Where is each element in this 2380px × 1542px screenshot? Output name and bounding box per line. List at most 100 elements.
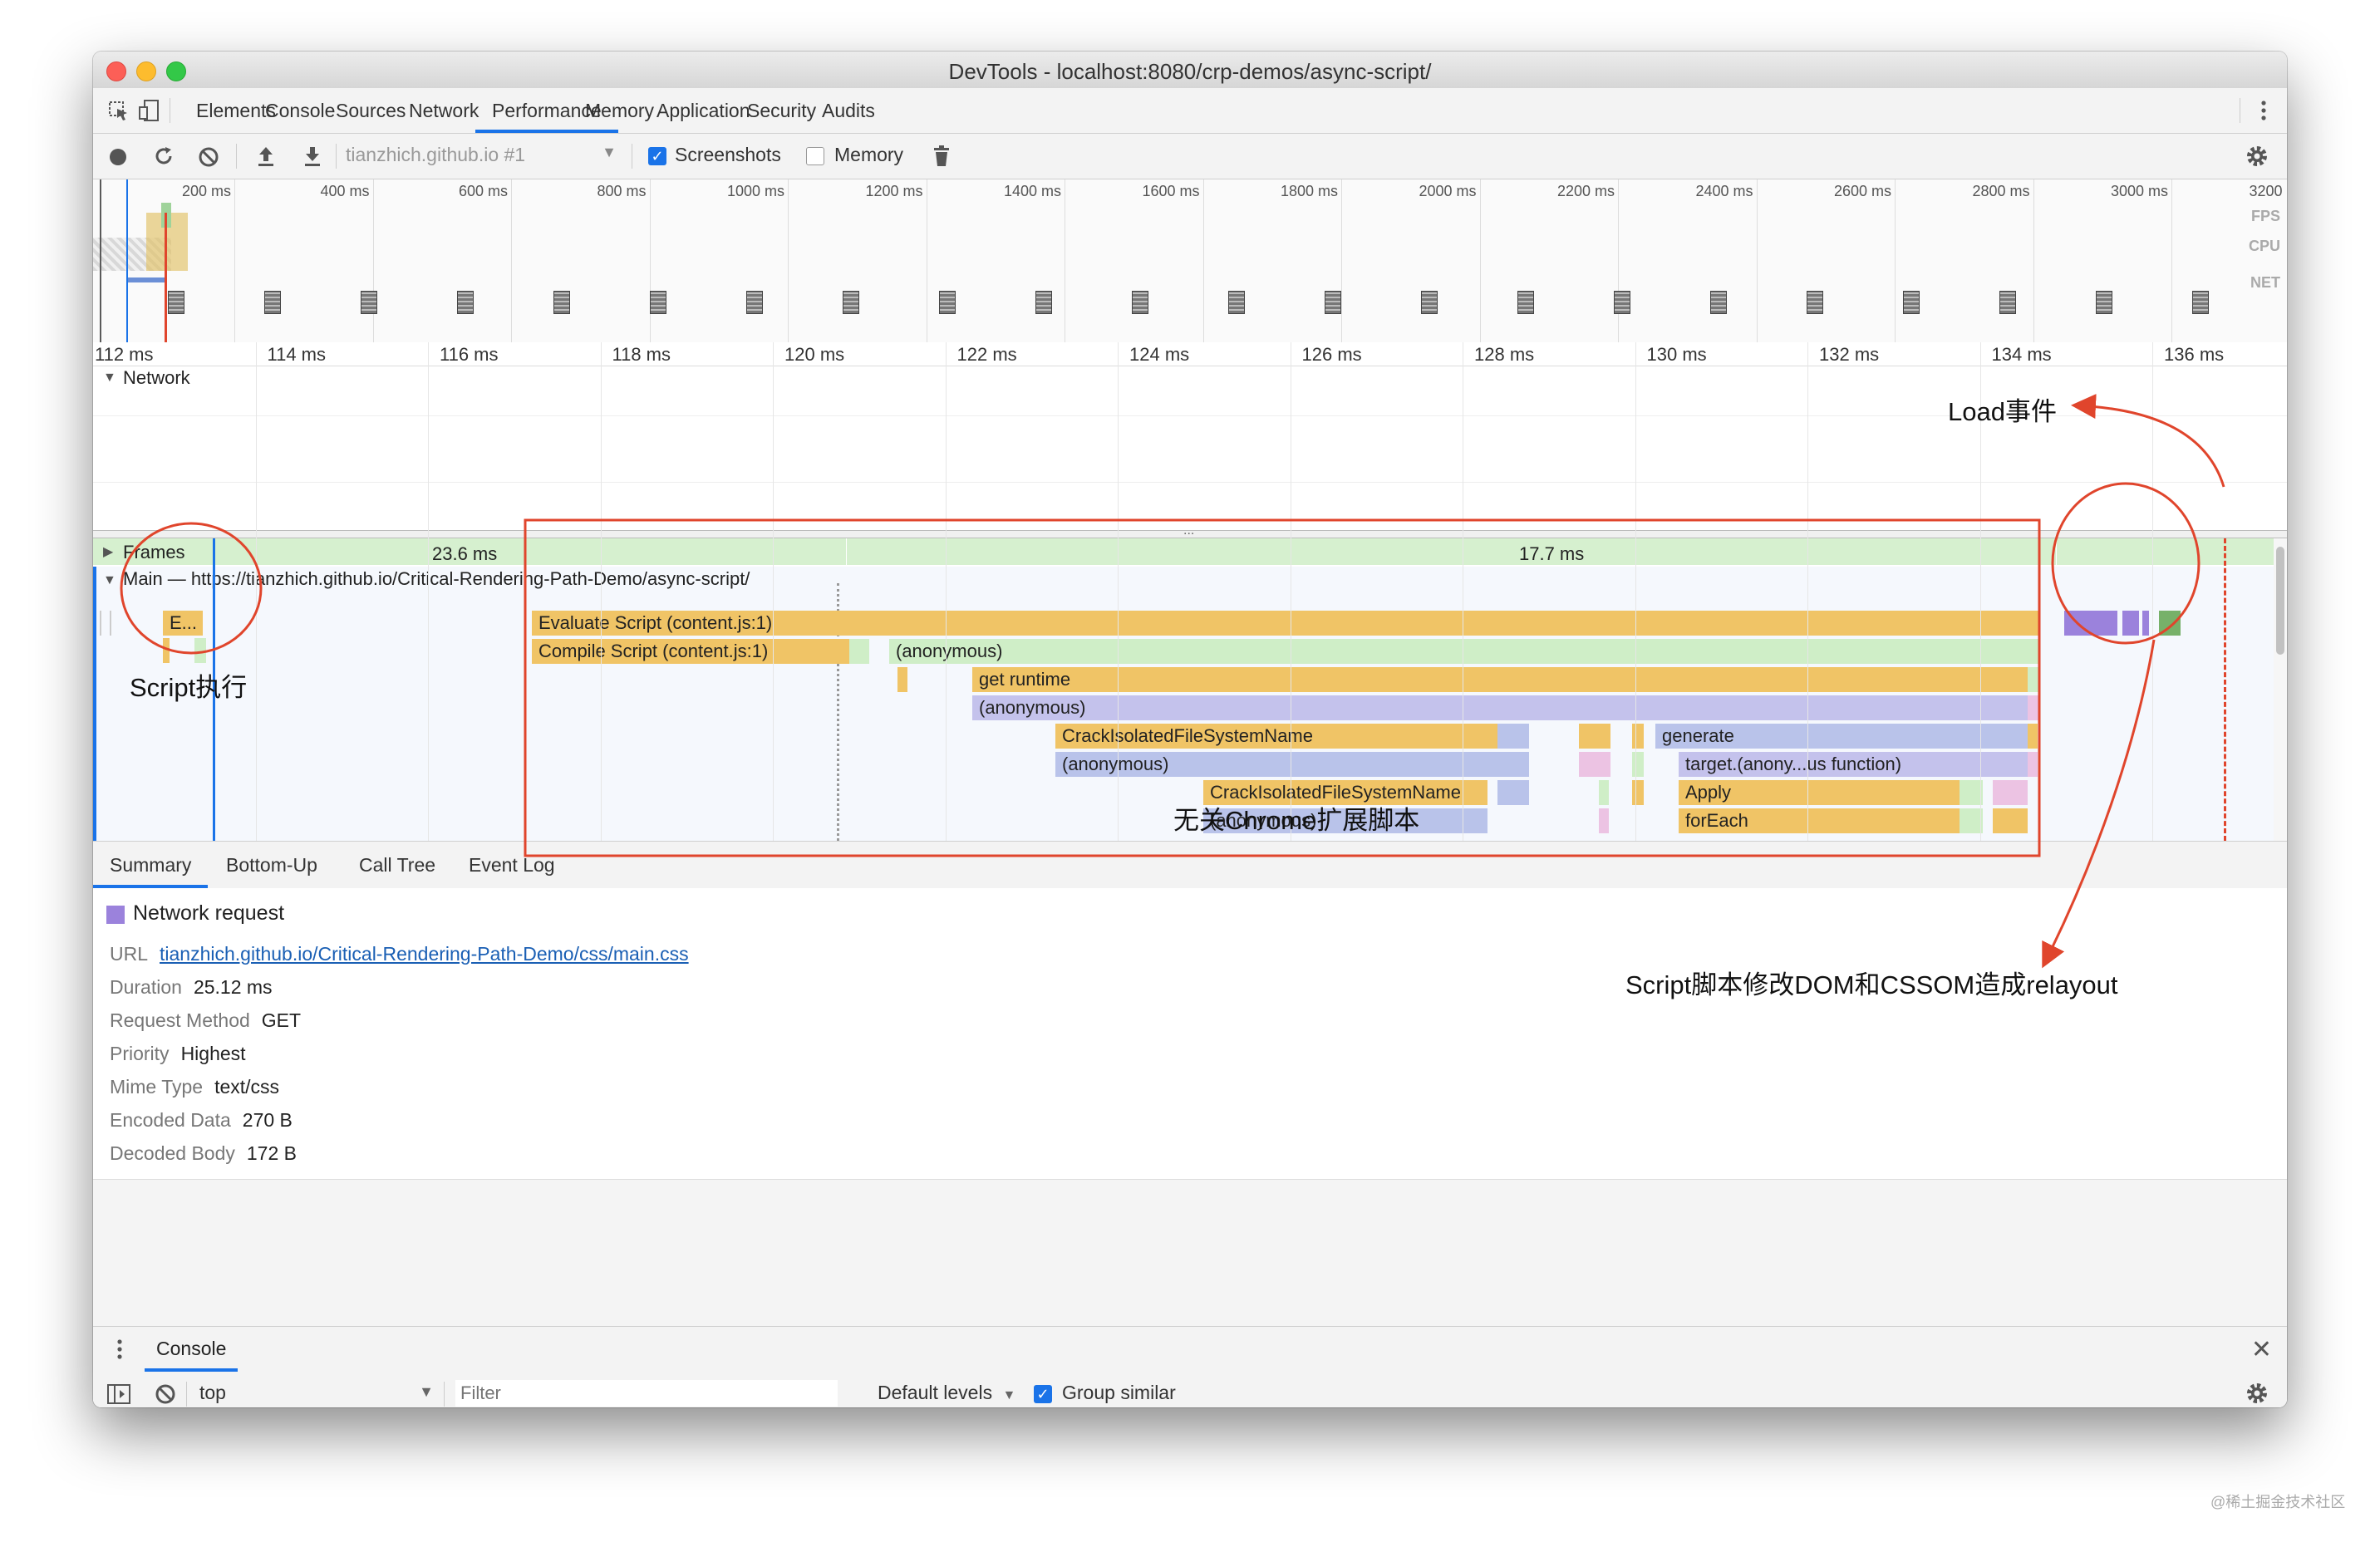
mime-value: text/css bbox=[214, 1076, 280, 1098]
frames-track[interactable]: ▶ Frames 23.6 ms 17.7 ms bbox=[93, 538, 2274, 565]
frame-duration: 23.6 ms bbox=[432, 543, 498, 564]
close-drawer-icon[interactable]: ✕ bbox=[2251, 1335, 2272, 1364]
log-levels-select[interactable]: Default levels ▼ bbox=[878, 1382, 1015, 1404]
screenshot-thumbnail[interactable] bbox=[1325, 291, 1341, 314]
screenshot-thumbnail[interactable] bbox=[939, 291, 956, 314]
url-link[interactable]: tianzhich.github.io/Critical-Rendering-P… bbox=[160, 943, 689, 965]
window-title: DevTools - localhost:8080/crp-demos/asyn… bbox=[948, 59, 1432, 84]
title-bar: DevTools - localhost:8080/crp-demos/asyn… bbox=[93, 52, 2287, 89]
screenshot-thumbnail[interactable] bbox=[361, 291, 377, 314]
clear-icon[interactable] bbox=[198, 146, 219, 168]
screenshot-thumbnail[interactable] bbox=[1228, 291, 1245, 314]
inspect-element-icon[interactable] bbox=[108, 101, 130, 122]
ruler-tick-label: 132 ms bbox=[1819, 344, 1880, 365]
screenshot-thumbnail[interactable] bbox=[1710, 291, 1727, 314]
sidebar-toggle-icon[interactable] bbox=[106, 1383, 131, 1405]
tab-elements[interactable]: Elements bbox=[196, 88, 276, 133]
device-toolbar-icon[interactable] bbox=[138, 99, 160, 122]
encoded-label: Encoded Data bbox=[110, 1109, 231, 1131]
chevron-down-icon: ▼ bbox=[602, 144, 617, 160]
summary-panel: Network request URL tianzhich.github.io/C… bbox=[93, 888, 2287, 1180]
tab-security[interactable]: Security bbox=[747, 88, 816, 133]
clear-console-icon[interactable] bbox=[155, 1383, 176, 1405]
profile-select-value: tianzhich.github.io #1 bbox=[346, 144, 526, 165]
tab-sources[interactable]: Sources bbox=[336, 88, 406, 133]
screenshot-thumbnail[interactable] bbox=[553, 291, 570, 314]
tab-application[interactable]: Application bbox=[656, 88, 750, 133]
overview-tick-label: 3000 ms bbox=[2110, 183, 2168, 199]
ruler-tick-label: 136 ms bbox=[2164, 344, 2225, 365]
save-profile-icon[interactable] bbox=[302, 145, 322, 167]
flame-event[interactable]: Compile Script (content.js:1) bbox=[532, 639, 849, 664]
screenshot-thumbnail[interactable] bbox=[168, 291, 184, 314]
collapse-triangle-icon[interactable]: ▼ bbox=[103, 371, 116, 386]
tab-event-log[interactable]: Event Log bbox=[469, 842, 555, 888]
memory-checkbox[interactable] bbox=[806, 147, 824, 165]
tab-network[interactable]: Network bbox=[409, 88, 479, 133]
tab-audits[interactable]: Audits bbox=[822, 88, 875, 133]
screenshots-checkbox[interactable]: ✓ bbox=[648, 147, 666, 165]
ruler-tick-label: 118 ms bbox=[612, 344, 671, 365]
screenshot-thumbnail[interactable] bbox=[264, 291, 281, 314]
duration-label: Duration bbox=[110, 976, 182, 998]
collapse-triangle-icon[interactable]: ▼ bbox=[103, 573, 116, 588]
garbage-collect-icon[interactable] bbox=[932, 145, 951, 168]
context-select[interactable]: top ▼ bbox=[199, 1382, 434, 1407]
watermark: @稀土掘金技术社区 bbox=[2210, 1494, 2346, 1510]
profile-select[interactable]: tianzhich.github.io #1 ▼ bbox=[346, 144, 622, 169]
load-profile-icon[interactable] bbox=[256, 145, 276, 167]
flame-event[interactable]: CrackIsolatedFileSystemName bbox=[1055, 724, 1497, 749]
overview-tick-label: 2000 ms bbox=[1419, 183, 1477, 199]
screenshot-thumbnail[interactable] bbox=[1614, 291, 1630, 314]
memory-label: Memory bbox=[834, 144, 904, 165]
screenshot-thumbnail[interactable] bbox=[1999, 291, 2016, 314]
drawer-menu-icon[interactable] bbox=[116, 1338, 123, 1360]
flame-event[interactable]: (anonymous) bbox=[1055, 752, 1497, 777]
console-filter-input[interactable] bbox=[455, 1380, 838, 1407]
overview-gridline bbox=[1756, 179, 1758, 342]
timeline-overview[interactable]: 200 ms 400 ms 600 ms 800 ms 1000 ms 1200 ms 14… bbox=[93, 179, 2287, 343]
screenshot-thumbnail[interactable] bbox=[2096, 291, 2112, 314]
flame-event[interactable]: generate bbox=[1655, 724, 2028, 749]
tab-bottom-up[interactable]: Bottom-Up bbox=[226, 842, 317, 888]
tab-memory[interactable]: Memory bbox=[585, 88, 654, 133]
screenshot-thumbnail[interactable] bbox=[1421, 291, 1438, 314]
settings-gear-icon[interactable] bbox=[2245, 145, 2269, 168]
console-drawer-tab[interactable]: Console bbox=[145, 1327, 238, 1372]
screenshot-thumbnail[interactable] bbox=[843, 291, 859, 314]
group-similar-checkbox[interactable]: ✓ bbox=[1034, 1385, 1052, 1403]
overview-gridline bbox=[2171, 179, 2172, 342]
screenshot-thumbnail[interactable] bbox=[2192, 291, 2209, 314]
flame-event[interactable]: (anonymous) bbox=[972, 695, 2028, 720]
flame-event[interactable]: Apply bbox=[1679, 780, 1960, 805]
screenshot-thumbnail[interactable] bbox=[650, 291, 666, 314]
expand-triangle-icon[interactable]: ▶ bbox=[103, 543, 113, 560]
screenshot-thumbnail[interactable] bbox=[1035, 291, 1052, 314]
flame-event[interactable]: get runtime bbox=[972, 667, 2028, 692]
flame-event[interactable]: (anonymous) bbox=[889, 639, 2039, 664]
tab-summary[interactable]: Summary bbox=[93, 842, 209, 888]
screenshot-thumbnail[interactable] bbox=[1903, 291, 1920, 314]
record-icon[interactable] bbox=[108, 147, 128, 167]
more-menu-icon[interactable] bbox=[2260, 100, 2267, 121]
time-gridline bbox=[600, 342, 602, 841]
screenshot-thumbnail[interactable] bbox=[746, 291, 763, 314]
reload-record-icon[interactable] bbox=[153, 145, 175, 167]
flame-event[interactable]: Evaluate Script (content.js:1) bbox=[532, 611, 2039, 636]
ruler-tick-label: 116 ms bbox=[440, 344, 499, 365]
screenshot-thumbnail[interactable] bbox=[457, 291, 474, 314]
overview-tick-label: 400 ms bbox=[320, 183, 370, 199]
screenshot-thumbnail[interactable] bbox=[1132, 291, 1148, 314]
flame-scrollbar[interactable] bbox=[2274, 538, 2287, 841]
tab-console[interactable]: Console bbox=[265, 88, 335, 133]
screenshot-thumbnail[interactable] bbox=[1517, 291, 1534, 314]
console-settings-gear-icon[interactable] bbox=[2245, 1382, 2269, 1405]
fps-label: FPS bbox=[2250, 208, 2280, 224]
flame-event[interactable]: E... bbox=[163, 611, 203, 636]
overview-gridline bbox=[1341, 179, 1342, 342]
tab-call-tree[interactable]: Call Tree bbox=[359, 842, 435, 888]
splitter[interactable]: ... bbox=[93, 523, 2287, 538]
flame-event[interactable]: forEach bbox=[1679, 808, 1960, 833]
screenshot-thumbnail[interactable] bbox=[1807, 291, 1823, 314]
flame-event[interactable]: target.(anony...us function) bbox=[1679, 752, 2028, 777]
